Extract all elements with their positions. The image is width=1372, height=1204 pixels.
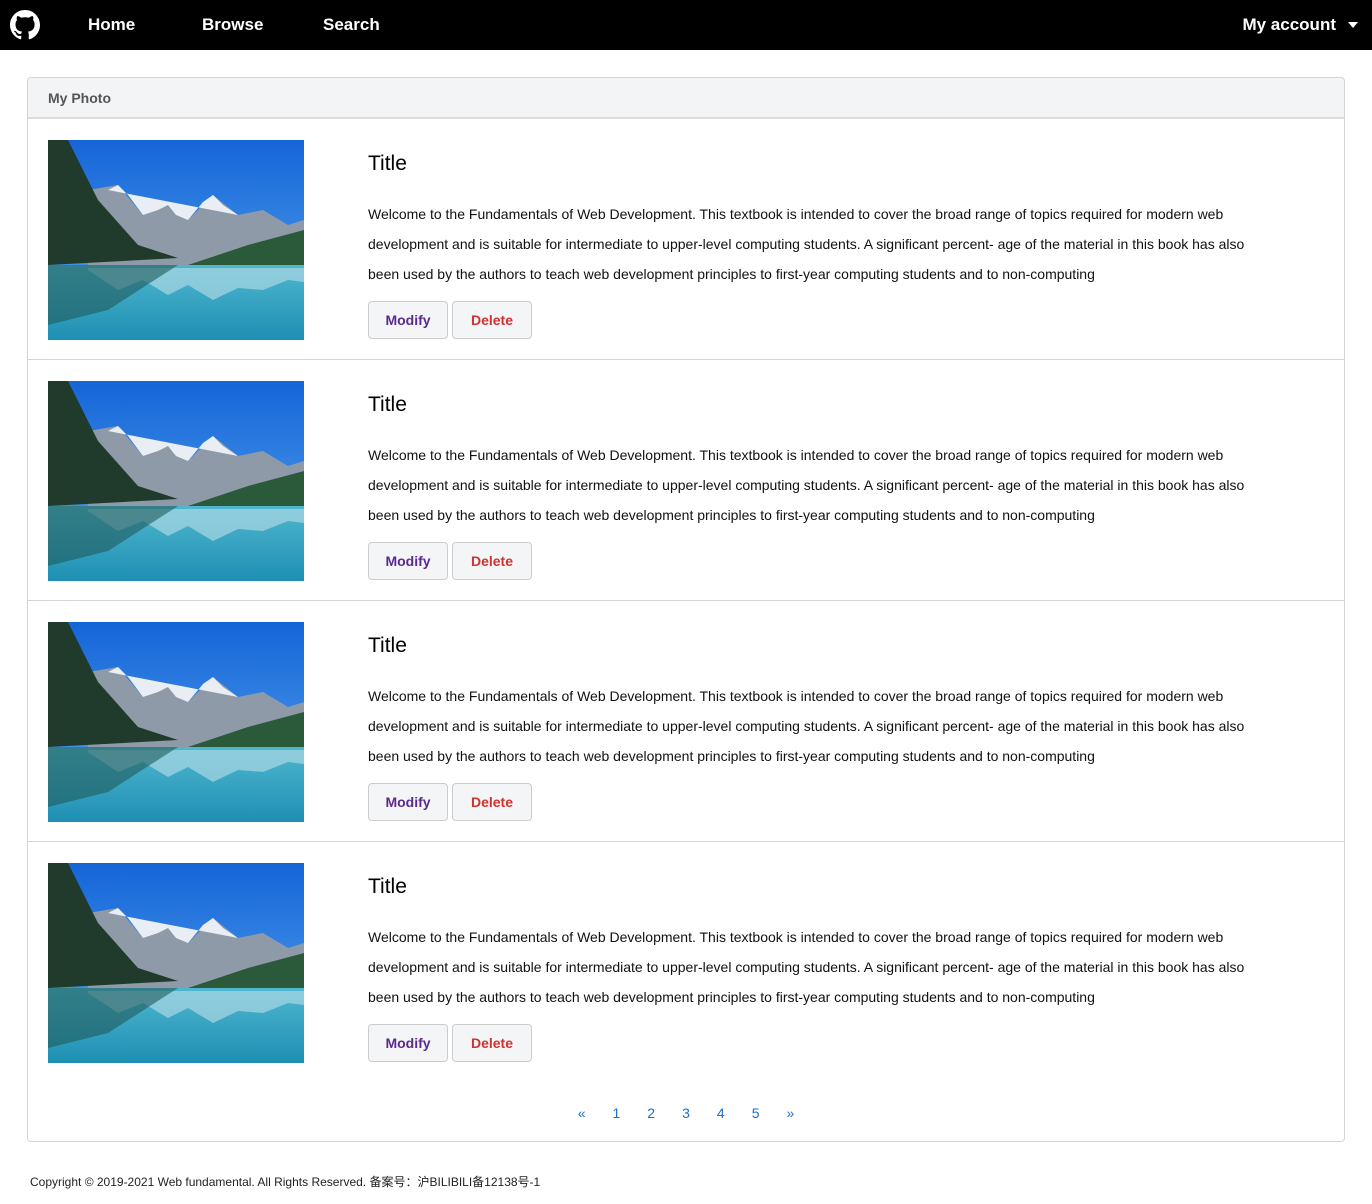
modify-button[interactable]: Modify (368, 1024, 448, 1062)
item-description: Welcome to the Fundamentals of Web Devel… (368, 447, 1245, 523)
modify-button[interactable]: Modify (368, 783, 448, 821)
photo-thumbnail[interactable] (48, 381, 304, 581)
page-link-5[interactable]: 5 (738, 1102, 773, 1124)
item-description: Welcome to the Fundamentals of Web Devel… (368, 688, 1245, 764)
pagination: « 1 2 3 4 5 » (28, 1102, 1344, 1124)
delete-button[interactable]: Delete (452, 1024, 532, 1062)
item-description: Welcome to the Fundamentals of Web Devel… (368, 206, 1245, 282)
page-link-2[interactable]: 2 (634, 1102, 669, 1124)
photo-thumbnail[interactable] (48, 863, 304, 1063)
caret-down-icon (1348, 22, 1358, 28)
photo-thumbnail[interactable] (48, 622, 304, 822)
top-nav: Home Browse Search My account (0, 0, 1372, 50)
page-prev-link[interactable]: « (564, 1102, 599, 1124)
nav-search-link[interactable]: Search (323, 0, 380, 50)
photo-item: Title Welcome to the Fundamentals of Web… (28, 601, 1344, 842)
nav-home-link[interactable]: Home (88, 0, 135, 50)
delete-button[interactable]: Delete (452, 301, 532, 339)
modify-button[interactable]: Modify (368, 301, 448, 339)
page-link-1[interactable]: 1 (599, 1102, 634, 1124)
item-title: Title (368, 393, 407, 416)
photo-thumbnail[interactable] (48, 140, 304, 340)
delete-button[interactable]: Delete (452, 783, 532, 821)
photo-item: Title Welcome to the Fundamentals of Web… (28, 360, 1344, 601)
item-description: Welcome to the Fundamentals of Web Devel… (368, 929, 1245, 1005)
my-photo-panel: My Photo Title Welcome to the Fundamenta… (27, 77, 1345, 1142)
photo-item: Title Welcome to the Fundamentals of Web… (28, 842, 1344, 1083)
photo-item: Title Welcome to the Fundamentals of Web… (28, 119, 1344, 360)
item-title: Title (368, 634, 407, 657)
panel-header: My Photo (28, 78, 1344, 119)
modify-button[interactable]: Modify (368, 542, 448, 580)
delete-button[interactable]: Delete (452, 542, 532, 580)
footer-copyright: Copyright © 2019-2021 Web fundamental. A… (30, 1175, 541, 1189)
page-link-4[interactable]: 4 (703, 1102, 738, 1124)
page-next-link[interactable]: » (773, 1102, 808, 1124)
item-title: Title (368, 875, 407, 898)
my-account-dropdown[interactable]: My account (1242, 0, 1358, 50)
github-logo-icon[interactable] (10, 10, 40, 40)
my-account-label: My account (1242, 15, 1336, 34)
nav-browse-link[interactable]: Browse (202, 0, 263, 50)
item-title: Title (368, 152, 407, 175)
page-link-3[interactable]: 3 (669, 1102, 704, 1124)
